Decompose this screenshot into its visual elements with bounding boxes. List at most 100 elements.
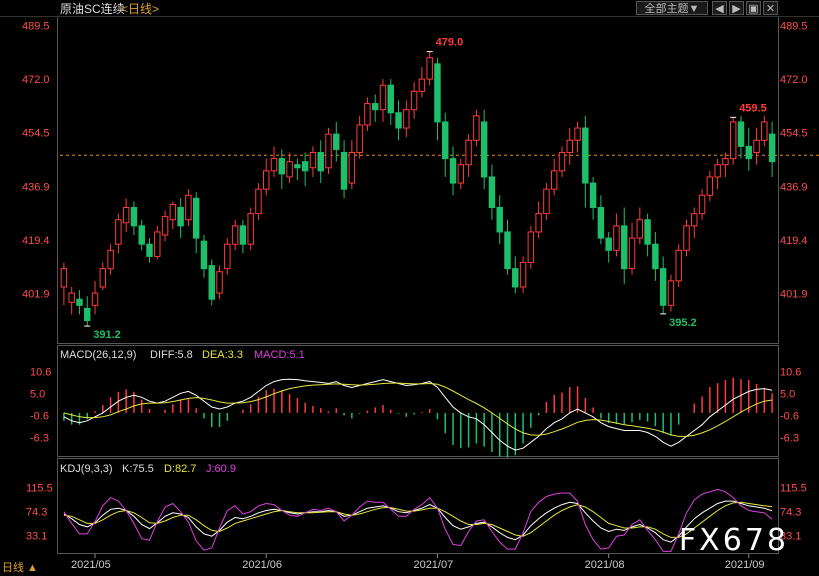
extreme-label: 459.5 <box>739 102 767 114</box>
candle-body <box>473 115 480 141</box>
candle-body <box>371 103 379 111</box>
candle-body <box>231 225 239 245</box>
candle-body <box>247 213 254 245</box>
period-selector[interactable]: <日线> <box>121 2 159 16</box>
price-tick-right: 401.9 <box>780 288 808 300</box>
candle-body <box>745 145 752 160</box>
candle-body <box>317 151 324 172</box>
price-tick-left: 454.5 <box>22 128 50 140</box>
kdj-tick-left: 33.1 <box>26 531 47 543</box>
candle-body <box>309 151 317 169</box>
candle-body <box>200 240 208 270</box>
candle-body <box>683 225 690 251</box>
kdj-tick-right: 115.5 <box>780 482 807 494</box>
candle-body <box>605 237 612 251</box>
candle-body <box>574 127 581 141</box>
candle-body <box>410 90 418 111</box>
image-icon[interactable]: ▣ <box>746 1 761 15</box>
candle-body <box>691 213 698 227</box>
macd-tick-left: 5.0 <box>30 388 45 400</box>
candle-body <box>768 133 776 163</box>
price-tick-right: 489.5 <box>780 21 808 33</box>
candle-body <box>761 121 768 141</box>
theme-menu-button[interactable]: 全部主题▼ <box>636 1 708 15</box>
candle-body <box>356 124 363 153</box>
candle-body <box>496 207 503 233</box>
macd-dea-value: DEA:3.3 <box>202 349 243 361</box>
candle-body <box>387 84 394 114</box>
macd-tick-right: -6.3 <box>780 433 799 445</box>
candle-body <box>582 127 589 184</box>
candle-body <box>504 231 511 270</box>
candle-body <box>597 207 605 239</box>
candle-body <box>566 139 573 153</box>
candle-body <box>628 237 636 270</box>
next-icon[interactable]: ▶ <box>729 1 744 15</box>
candle-body <box>325 133 332 169</box>
candle-body <box>333 133 340 150</box>
date-tick-label: 2021/08 <box>585 559 625 571</box>
kdj-j-value: J:60.9 <box>206 463 236 475</box>
macd-tick-right: 5.0 <box>780 388 795 400</box>
candle-body <box>535 213 542 233</box>
candle-body <box>146 243 153 257</box>
kdj-tick-left: 115.5 <box>26 482 53 494</box>
date-tick-label: 2021/06 <box>242 559 282 571</box>
price-tick-left: 472.0 <box>22 74 50 86</box>
macd-dea-line <box>63 382 773 437</box>
candle-body <box>60 268 68 288</box>
candle-body <box>698 194 706 215</box>
candle-body <box>395 112 402 129</box>
kdj-tick-right: 74.3 <box>780 506 801 518</box>
candle-body <box>527 231 535 264</box>
candle-body <box>208 265 215 300</box>
kdj-j-line <box>63 488 773 552</box>
macd-label: MACD(26,12,9) <box>60 349 136 361</box>
candle-body <box>255 188 262 215</box>
candle-body <box>426 57 433 80</box>
candle-body <box>122 207 130 224</box>
candle-body <box>403 109 410 129</box>
close-icon[interactable]: ✕ <box>763 1 778 15</box>
kdj-label: KDJ(9,3,3) <box>60 463 113 475</box>
candle-body <box>177 207 184 227</box>
kdj-panel <box>63 488 773 552</box>
price-tick-right: 472.0 <box>780 74 808 86</box>
candle-body <box>185 194 192 221</box>
candle-body <box>753 139 760 153</box>
macd-diff-value: DIFF:5.8 <box>150 349 193 361</box>
candle-body <box>192 197 200 239</box>
price-tick-right: 419.4 <box>780 235 808 247</box>
price-tick-left: 419.4 <box>22 235 50 247</box>
prev-icon[interactable]: ◀ <box>712 1 727 15</box>
candle-body <box>99 268 107 288</box>
kdj-tick-left: 74.3 <box>26 506 47 518</box>
candle-body <box>270 158 278 172</box>
date-tick-label: 2021/07 <box>413 559 453 571</box>
candle-body <box>729 121 737 160</box>
candle-body <box>465 139 472 166</box>
candle-body <box>76 298 83 306</box>
candle-body <box>154 231 161 257</box>
extreme-label: 395.2 <box>669 317 697 329</box>
macd-hist-value: MACD:5.1 <box>254 349 305 361</box>
candle-body <box>714 164 721 178</box>
candle-body <box>364 103 371 126</box>
macd-diff-line <box>63 378 773 451</box>
macd-tick-left: -0.6 <box>30 410 49 422</box>
candle-body <box>130 207 138 227</box>
candle-body <box>418 78 426 92</box>
candle-body <box>91 292 99 306</box>
candle-body <box>644 219 651 245</box>
candle-body <box>434 63 441 123</box>
candle-body <box>84 307 91 322</box>
price-tick-left: 489.5 <box>22 21 50 33</box>
candle-body <box>706 176 714 196</box>
candle-body <box>379 84 387 111</box>
kdj-k-value: K:75.5 <box>122 463 154 475</box>
candle-body <box>301 161 309 172</box>
extreme-label: 391.2 <box>93 329 121 341</box>
period-footer-button[interactable]: 日线 ▲ <box>0 560 38 576</box>
candle-body <box>659 268 667 306</box>
price-tick-left: 401.9 <box>22 288 50 300</box>
